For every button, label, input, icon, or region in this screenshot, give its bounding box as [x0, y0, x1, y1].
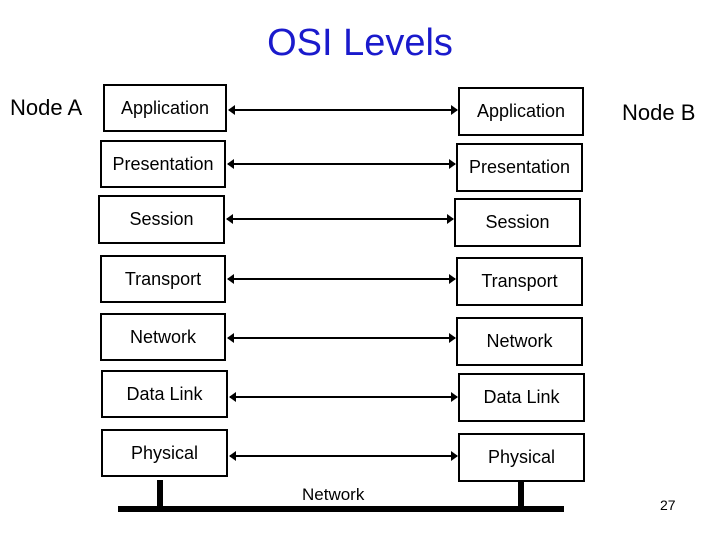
peer-arrow-application: [228, 105, 458, 115]
peer-arrow-session: [226, 214, 454, 224]
network-bus-line: [118, 506, 564, 512]
node-b-layer-physical: Physical: [458, 433, 585, 482]
node-a-layer-physical: Physical: [101, 429, 228, 477]
peer-arrow-physical: [229, 451, 458, 461]
slide-title: OSI Levels: [267, 22, 453, 64]
peer-arrow-network: [227, 333, 456, 343]
node-b-layer-data-link: Data Link: [458, 373, 585, 422]
node-b-layer-transport: Transport: [456, 257, 583, 306]
network-bus-label: Network: [302, 485, 365, 504]
node-a-layer-session: Session: [98, 195, 225, 244]
node-a-layer-application: Application: [103, 84, 227, 132]
peer-arrow-presentation: [227, 159, 456, 169]
node-a-layer-data-link: Data Link: [101, 370, 228, 418]
node-a-layer-transport: Transport: [100, 255, 226, 303]
node-a-label: Node A: [10, 95, 83, 120]
peer-arrow-data-link: [229, 392, 458, 402]
node-a-layer-network: Network: [100, 313, 226, 361]
peer-arrow-transport: [227, 274, 456, 284]
node-b-layer-network: Network: [456, 317, 583, 366]
node-b-label: Node B: [622, 100, 696, 125]
node-b-layer-presentation: Presentation: [456, 143, 583, 192]
node-a-layer-presentation: Presentation: [100, 140, 226, 188]
node-b-layer-session: Session: [454, 198, 581, 247]
node-b-layer-application: Application: [458, 87, 584, 136]
page-number: 27: [660, 497, 676, 513]
